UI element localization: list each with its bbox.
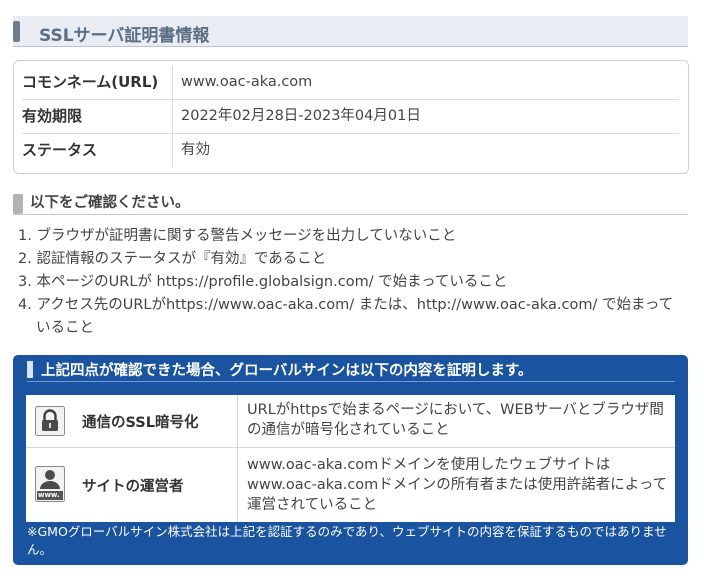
proof-row-label: サイトの運営者 xyxy=(82,479,184,495)
cert-info-table: コモンネーム(URL) www.oac-aka.com 有効期限 2022年02… xyxy=(13,60,689,174)
section-title-bar: SSLサーバ証明書情報 xyxy=(13,16,688,47)
info-value: www.oac-aka.com xyxy=(181,74,313,90)
proof-panel: 上記四点が確認できた場合、グローバルサインは以下の内容を証明します。 通信のSS… xyxy=(13,355,688,565)
column-divider xyxy=(237,448,238,522)
check-title-bar: 以下をご確認ください。 xyxy=(13,190,688,215)
disclaimer-note: ※GMOグローバルサイン株式会社は上記を認証するのみであり、ウェブサイトの内容を… xyxy=(27,524,667,557)
check-title-accent xyxy=(13,194,23,214)
title-accent xyxy=(13,21,20,42)
proof-table: 通信のSSL暗号化 URLがhttpsで始まるページにおいて、WEBサーバとブラ… xyxy=(26,395,675,522)
proof-row-description: URLがhttpsで始まるページにおいて、WEBサーバとブラウザ間の通信が暗号化… xyxy=(247,402,664,438)
website-owner-icon: www. xyxy=(35,466,65,502)
proof-row-ssl: 通信のSSL暗号化 URLがhttpsで始まるページにおいて、WEBサーバとブラ… xyxy=(26,395,675,448)
info-label: ステータス xyxy=(22,134,173,167)
lock-icon xyxy=(35,406,65,436)
info-value: 2022年02月28日-2023年04月01日 xyxy=(181,108,421,124)
list-item: 3. 本ページのURLが https://profile.globalsign.… xyxy=(18,274,508,290)
proof-header-accent xyxy=(27,361,33,378)
icon-caption: www. xyxy=(38,491,60,499)
section-title: SSLサーバ証明書情報 xyxy=(39,26,210,46)
info-label: 有効期限 xyxy=(22,100,173,133)
proof-panel-header: 上記四点が確認できた場合、グローバルサインは以下の内容を証明します。 xyxy=(27,355,675,382)
proof-row-label: 通信のSSL暗号化 xyxy=(82,415,199,431)
info-row-common-name: コモンネーム(URL) www.oac-aka.com xyxy=(22,66,679,100)
proof-row-description: www.oac-aka.comドメインを使用したウェブサイトはwww.oac-a… xyxy=(247,457,668,513)
info-value: 有効 xyxy=(181,142,210,158)
list-item: 4. アクセス先のURLがhttps://www.oac-aka.com/ また… xyxy=(18,297,674,336)
list-item: 1. ブラウザが証明書に関する警告メッセージを出力していないこと xyxy=(18,228,457,244)
list-item: 2. 認証情報のステータスが『有効』であること xyxy=(18,251,327,267)
info-label: コモンネーム(URL) xyxy=(22,66,173,99)
info-row-validity: 有効期限 2022年02月28日-2023年04月01日 xyxy=(22,100,679,134)
info-row-status: ステータス 有効 xyxy=(22,134,679,167)
proof-row-operator: www. サイトの運営者 www.oac-aka.comドメインを使用したウェブ… xyxy=(26,448,675,522)
proof-panel-title: 上記四点が確認できた場合、グローバルサインは以下の内容を証明します。 xyxy=(41,363,533,379)
column-divider xyxy=(237,395,238,447)
check-list: 1. ブラウザが証明書に関する警告メッセージを出力していないこと 2. 認証情報… xyxy=(18,225,683,340)
check-title: 以下をご確認ください。 xyxy=(30,195,190,211)
